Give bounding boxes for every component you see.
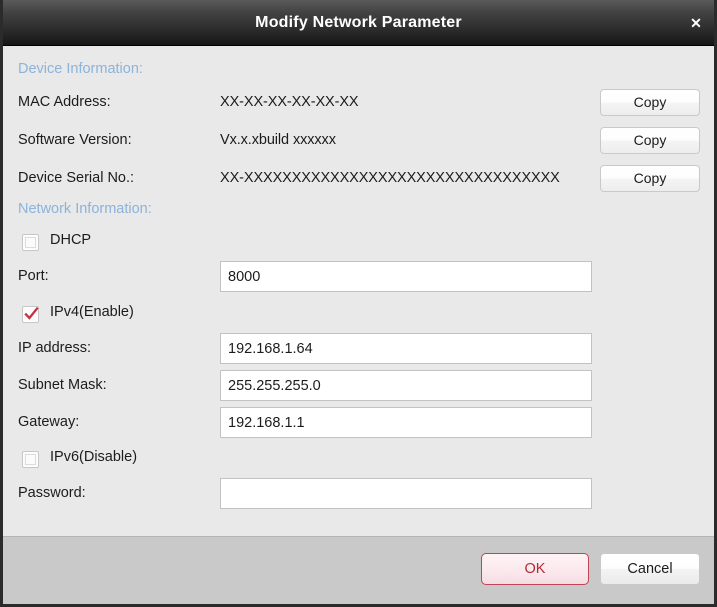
software-version-value: Vx.x.xbuild xxxxxx xyxy=(220,132,336,148)
dialog-footer: OK Cancel xyxy=(3,536,714,604)
gateway-label: Gateway: xyxy=(18,414,80,430)
ip-address-label: IP address: xyxy=(18,340,92,356)
modify-network-parameter-dialog: Modify Network Parameter ✕ Device Inform… xyxy=(0,0,717,607)
checkbox-unchecked-icon xyxy=(22,451,39,468)
copy-software-version-button[interactable]: Copy xyxy=(600,127,700,154)
ok-button[interactable]: OK xyxy=(481,553,589,585)
close-icon[interactable]: ✕ xyxy=(683,12,709,34)
device-information-heading: Device Information: xyxy=(18,61,143,77)
mac-address-label: MAC Address: xyxy=(18,94,111,110)
dialog-body: Device Information: MAC Address: XX-XX-X… xyxy=(3,46,714,536)
checkbox-unchecked-icon xyxy=(22,234,39,251)
checkbox-checked-box xyxy=(22,306,39,323)
cancel-button[interactable]: Cancel xyxy=(600,553,700,585)
port-input[interactable] xyxy=(220,261,592,292)
network-information-heading: Network Information: xyxy=(18,201,152,217)
gateway-input[interactable] xyxy=(220,407,592,438)
copy-mac-address-button[interactable]: Copy xyxy=(600,89,700,116)
ip-address-input[interactable] xyxy=(220,333,592,364)
device-serial-no-value: XX-XXXXXXXXXXXXXXXXXXXXXXXXXXXXXXXXX xyxy=(220,170,560,186)
subnet-mask-label: Subnet Mask: xyxy=(18,377,107,393)
password-input[interactable] xyxy=(220,478,592,509)
subnet-mask-input[interactable] xyxy=(220,370,592,401)
ipv6-checkbox-label: IPv6(Disable) xyxy=(50,449,138,465)
port-label: Port: xyxy=(18,268,49,284)
mac-address-value: XX-XX-XX-XX-XX-XX xyxy=(220,94,359,110)
copy-device-serial-no-button[interactable]: Copy xyxy=(600,165,700,192)
checkmark-icon xyxy=(24,307,39,320)
dialog-title: Modify Network Parameter xyxy=(255,14,462,31)
dialog-titlebar: Modify Network Parameter ✕ xyxy=(3,0,714,46)
password-label: Password: xyxy=(18,485,86,501)
ipv4-checkbox-label: IPv4(Enable) xyxy=(50,304,134,320)
software-version-label: Software Version: xyxy=(18,132,132,148)
device-serial-no-label: Device Serial No.: xyxy=(18,170,135,186)
dhcp-checkbox-label: DHCP xyxy=(50,232,92,248)
